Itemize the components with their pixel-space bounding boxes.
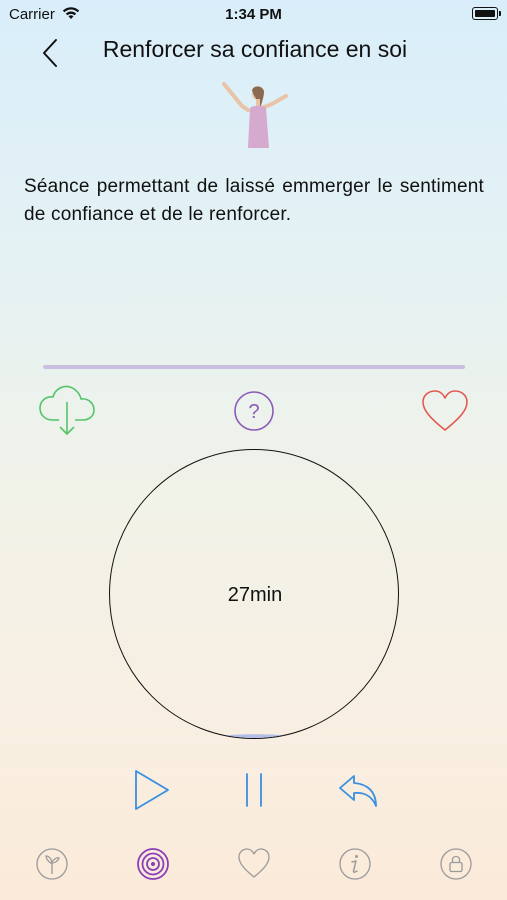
replay-icon[interactable]	[336, 770, 380, 810]
status-time: 1:34 PM	[225, 6, 282, 23]
tab-info[interactable]	[337, 846, 373, 882]
battery-icon	[472, 7, 501, 20]
cloud-download-icon[interactable]	[37, 382, 97, 438]
pause-icon[interactable]	[240, 770, 268, 810]
page-title: Renforcer sa confiance en soi	[102, 36, 408, 62]
tab-sprout[interactable]	[34, 846, 70, 882]
progress-bar[interactable]	[43, 365, 465, 369]
tab-lock[interactable]	[438, 846, 474, 882]
heart-icon[interactable]	[420, 388, 470, 434]
question-circle-icon[interactable]: ?	[233, 390, 275, 432]
back-chevron-icon[interactable]	[36, 36, 66, 70]
status-bar: Carrier 1:34 PM	[0, 0, 507, 28]
session-duration: 27min	[227, 583, 283, 606]
tab-heart[interactable]	[236, 846, 272, 882]
wave-fill	[205, 734, 305, 738]
svg-text:?: ?	[248, 401, 259, 423]
timer-circle: 27min	[109, 449, 399, 739]
session-description: Séance permettant de laissé emmerger le …	[24, 176, 484, 225]
woman-illustration	[222, 82, 288, 148]
play-icon[interactable]	[130, 767, 172, 813]
tab-target[interactable]	[135, 846, 171, 882]
